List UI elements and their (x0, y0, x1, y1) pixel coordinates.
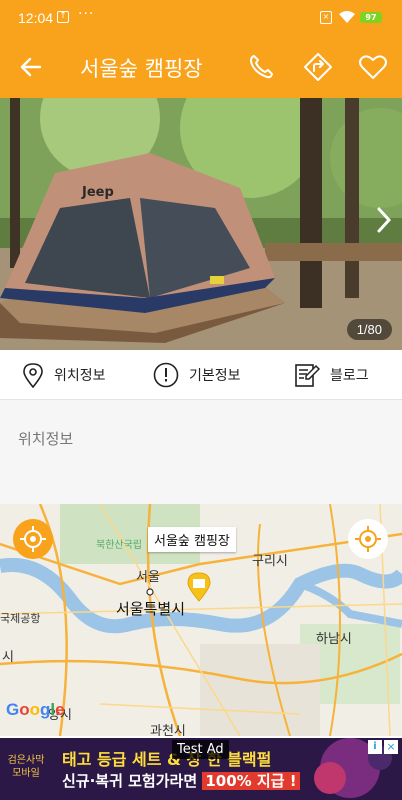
map-pin-label: 서울숲 캠핑장 (148, 527, 236, 552)
campsite-location-button[interactable] (348, 519, 388, 559)
status-bar: 12:04 ↑ ··· × 97 (0, 0, 402, 36)
google-logo: Google (6, 700, 65, 719)
tab-basic-info-label: 기본정보 (189, 368, 241, 384)
ad-close-icon[interactable]: × (384, 740, 398, 754)
ad-brand-line2: 모바일 (12, 768, 40, 779)
map-label-airport: 국제공항 (0, 612, 41, 625)
ad-info-icon[interactable]: i (368, 740, 382, 754)
crosshair-icon (20, 526, 46, 552)
location-section: 위치정보 (0, 400, 402, 504)
heart-icon[interactable] (358, 52, 388, 82)
info-icon (153, 362, 179, 388)
tent-brand-text: Jeep (81, 185, 114, 200)
directions-icon[interactable] (303, 52, 333, 82)
tab-location[interactable]: 위치정보 (22, 350, 106, 400)
ad-headline: 태고 등급 세트 & 장 한 블랙펄 (62, 750, 272, 769)
more-notifications-indicator: ··· (78, 6, 95, 22)
next-photo-chevron-icon[interactable] (376, 206, 392, 234)
map-label-guri: 구리시 (252, 554, 288, 569)
tab-location-label: 위치정보 (54, 368, 106, 384)
ad-highlight: 100% 지급 ! (202, 772, 300, 790)
no-sim-icon: × (320, 11, 332, 24)
info-tabs: 위치정보 기본정보 블로그 (0, 350, 402, 400)
campsite-map-marker-icon[interactable] (186, 572, 212, 602)
campsite-photo: Jeep (0, 98, 402, 350)
tab-basic-info[interactable]: 기본정보 (153, 350, 241, 400)
location-map[interactable]: 북한산국립 구리시 서울 서울특별시 국제공항 하남시 시 양시 과천시 서울숲… (0, 504, 402, 736)
upload-notification-icon: ↑ (57, 11, 69, 23)
crosshair-icon (355, 526, 381, 552)
map-label-seoul: 서울 (136, 570, 160, 585)
ad-banner[interactable]: 검은사막 모바일 태고 등급 세트 & 장 한 블랙펄 신규·복귀 모험가라면 … (0, 738, 402, 800)
ad-subline-row: 신규·복귀 모험가라면 100% 지급 ! (62, 770, 300, 791)
map-label-gwacheon: 과천시 (150, 724, 186, 736)
back-arrow-icon[interactable] (18, 54, 44, 80)
phone-icon[interactable] (246, 52, 276, 82)
map-label-bukhansan: 북한산국립 (96, 540, 142, 551)
battery-icon: 97 (360, 12, 382, 23)
map-label-seoul-city: 서울특별시 (116, 600, 186, 618)
map-label-hanam: 하남시 (316, 632, 352, 647)
tab-blog-label: 블로그 (330, 368, 369, 384)
page-title: 서울숲 캠핑장 (80, 57, 203, 81)
location-pin-icon (23, 363, 43, 388)
photo-counter: 1/80 (346, 319, 392, 340)
blog-edit-icon (295, 364, 320, 387)
ad-brand-logo: 검은사막 모바일 (4, 754, 48, 780)
section-title: 위치정보 (18, 430, 74, 448)
ad-brand-line1: 검은사막 (7, 755, 45, 766)
test-ad-badge: Test Ad (172, 740, 229, 759)
photo-carousel[interactable]: Jeep 1/80 (0, 98, 402, 350)
ad-subline: 신규·복귀 모험가라면 (62, 772, 198, 790)
map-label-si: 시 (2, 650, 14, 665)
status-time: 12:04 (18, 10, 54, 26)
wifi-icon (339, 11, 355, 23)
my-location-button[interactable] (13, 519, 53, 559)
tab-blog[interactable]: 블로그 (294, 350, 369, 400)
app-bar: 서울숲 캠핑장 (0, 36, 402, 98)
